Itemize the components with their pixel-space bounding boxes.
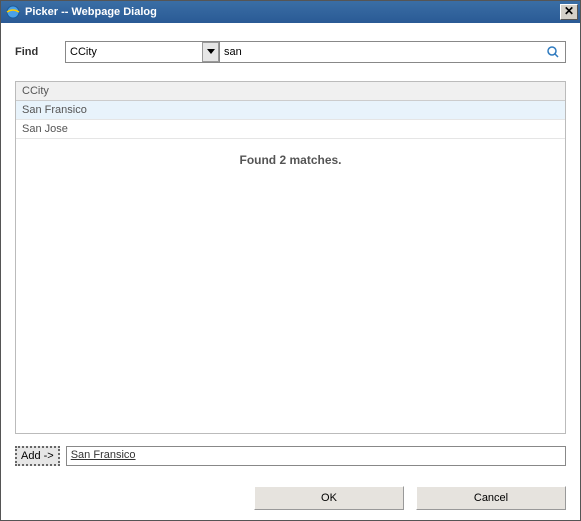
add-row: Add -> San Fransico [15, 446, 566, 466]
cancel-button[interactable]: Cancel [416, 486, 566, 510]
window-title: Picker -- Webpage Dialog [25, 6, 560, 18]
results-status: Found 2 matches. [16, 139, 565, 181]
add-button[interactable]: Add -> [15, 446, 60, 466]
selected-value: San Fransico [71, 449, 136, 461]
ok-button[interactable]: OK [254, 486, 404, 510]
dialog-buttons: OK Cancel [15, 486, 566, 510]
find-field-value: CCity [70, 46, 97, 58]
dialog-content: Find CCity CCity San Fransico San Jose F… [1, 23, 580, 520]
find-row: Find CCity [15, 41, 566, 63]
search-input[interactable] [220, 43, 541, 61]
results-list: CCity San Fransico San Jose Found 2 matc… [15, 81, 566, 434]
search-box [220, 41, 566, 63]
list-item[interactable]: San Jose [16, 120, 565, 139]
chevron-down-icon [202, 42, 219, 62]
search-icon [546, 45, 560, 59]
search-button[interactable] [541, 42, 565, 62]
close-button[interactable]: ✕ [560, 4, 578, 20]
titlebar: Picker -- Webpage Dialog ✕ [1, 1, 580, 23]
selected-value-box[interactable]: San Fransico [66, 446, 566, 466]
find-field-select[interactable]: CCity [65, 41, 220, 63]
list-item[interactable]: San Fransico [16, 101, 565, 120]
results-column-header: CCity [16, 82, 565, 101]
ie-icon [5, 4, 21, 20]
find-label: Find [15, 46, 65, 58]
